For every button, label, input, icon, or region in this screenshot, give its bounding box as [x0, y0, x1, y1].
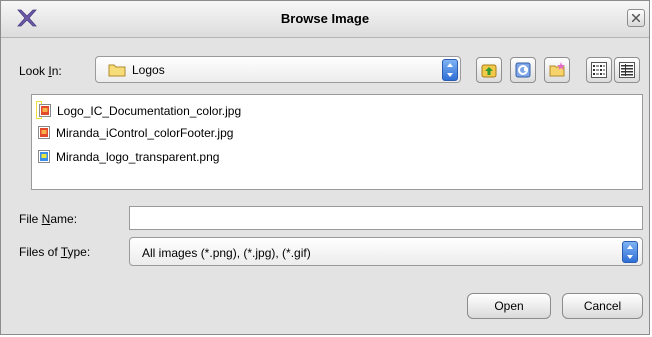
jpg-file-icon [39, 104, 51, 117]
file-name-label: File Name: [19, 212, 78, 226]
file-name: Miranda_iControl_colorFooter.jpg [56, 126, 234, 140]
file-type-label: Files of Type: [19, 245, 91, 259]
close-icon [632, 14, 640, 22]
open-button[interactable]: Open [467, 293, 551, 319]
file-type-dropdown[interactable]: All images (*.png), (*.jpg), (*.gif) [129, 237, 643, 266]
up-one-level-button[interactable] [476, 57, 502, 83]
file-name: Logo_IC_Documentation_color.jpg [57, 104, 242, 118]
file-type-value: All images (*.png), (*.jpg), (*.gif) [142, 246, 311, 260]
file-item[interactable]: Logo_IC_Documentation_color.jpg [36, 101, 241, 119]
look-in-dropdown[interactable]: Logos [95, 56, 461, 83]
file-name-input[interactable] [129, 206, 643, 230]
folder-icon [108, 64, 126, 77]
home-button[interactable] [510, 57, 536, 83]
close-button[interactable] [627, 9, 645, 27]
home-icon [515, 62, 531, 78]
browse-image-dialog: Browse Image Look In: Logos Logo_IC_Docu… [0, 0, 650, 335]
window-title: Browse Image [280, 11, 370, 26]
cancel-button[interactable]: Cancel [562, 293, 643, 319]
details-view-button[interactable] [614, 57, 640, 83]
new-folder-button[interactable] [544, 57, 570, 83]
file-list[interactable]: Logo_IC_Documentation_color.jpg Miranda_… [31, 94, 643, 190]
new-folder-icon [549, 62, 565, 77]
look-in-value: Logos [132, 63, 165, 77]
file-type-dropdown-arrow[interactable] [622, 241, 638, 263]
list-view-icon [591, 62, 607, 78]
png-file-icon [38, 150, 50, 163]
jpg-file-icon [38, 126, 50, 139]
list-view-button[interactable] [586, 57, 612, 83]
file-name: Miranda_logo_transparent.png [56, 150, 220, 164]
up-folder-icon [481, 64, 497, 78]
look-in-dropdown-arrow[interactable] [442, 59, 458, 81]
title-bar[interactable]: Browse Image [1, 1, 649, 38]
look-in-label: Look In: [19, 64, 62, 78]
details-view-icon [619, 62, 635, 78]
